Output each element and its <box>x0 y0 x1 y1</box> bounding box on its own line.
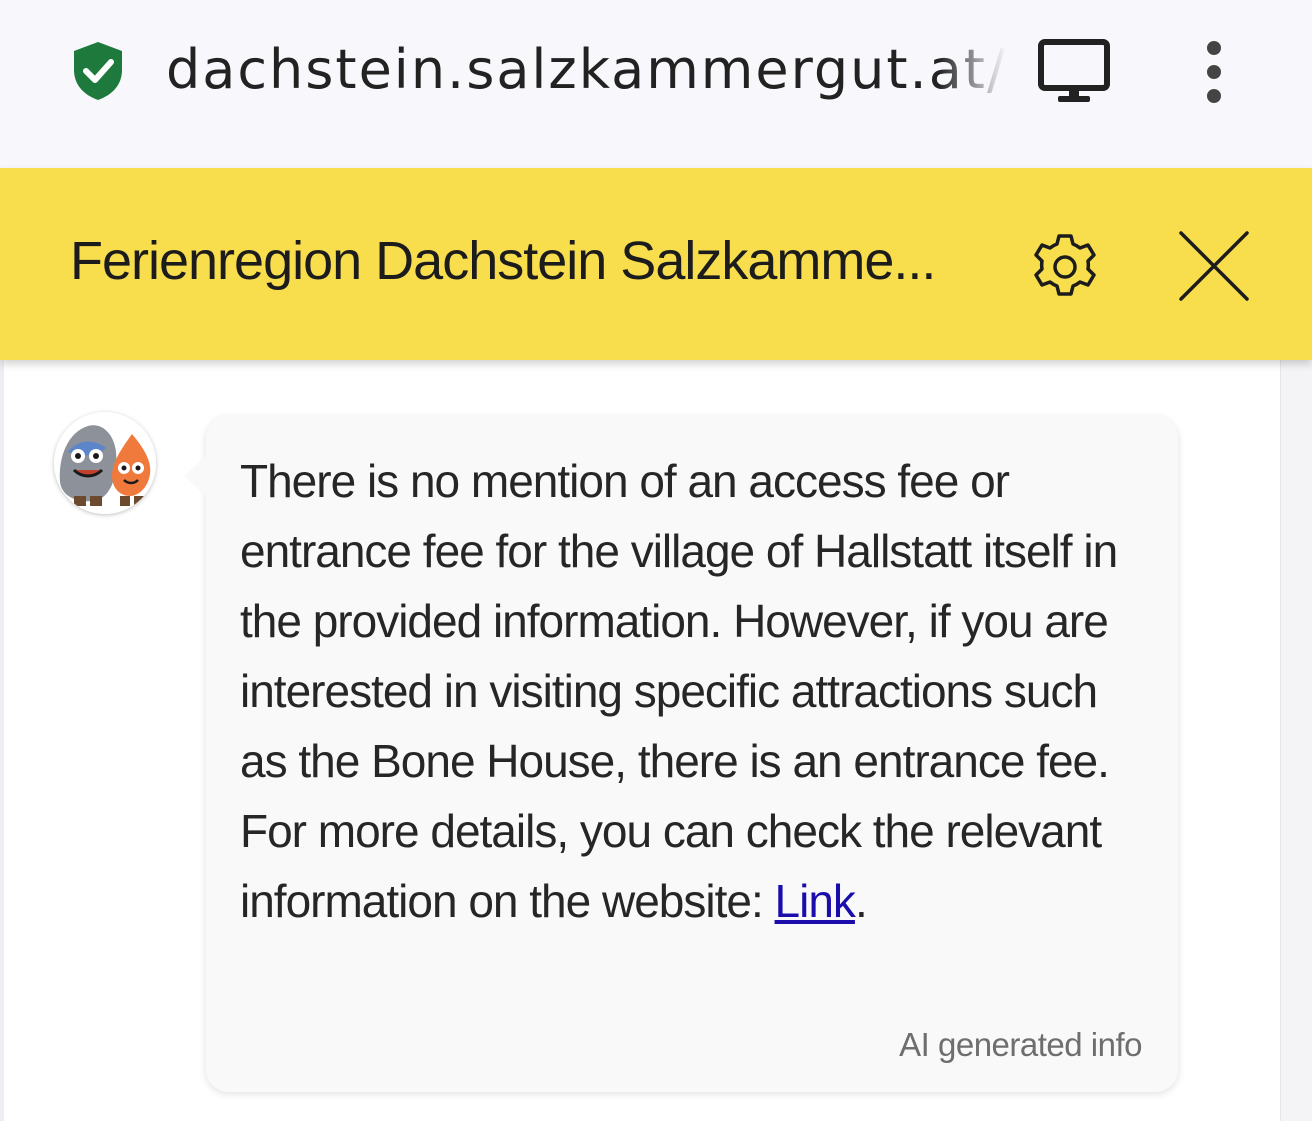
close-icon[interactable] <box>1176 228 1252 304</box>
message-body: There is no mention of an access fee or … <box>240 455 1118 927</box>
chat-message-text: There is no mention of an access fee or … <box>240 446 1140 936</box>
scrollbar-track[interactable] <box>1280 360 1312 1121</box>
chat-content[interactable]: There is no mention of an access fee or … <box>0 360 1312 1121</box>
ai-generated-note: AI generated info <box>899 1026 1142 1063</box>
chat-message-bubble: There is no mention of an access fee or … <box>184 416 1178 1092</box>
vertical-dots-menu-icon[interactable] <box>1192 40 1236 104</box>
mascot-avatar-icon <box>54 412 156 514</box>
url-field[interactable]: dachstein.salzkammergut.at/e <box>166 38 1006 108</box>
panel-edge <box>0 360 4 1121</box>
shield-check-icon[interactable] <box>70 40 126 102</box>
gear-icon[interactable] <box>1028 230 1102 304</box>
desktop-site-icon[interactable] <box>1036 38 1112 108</box>
chat-title: Ferienregion Dachstein Salzkamme... <box>70 231 936 291</box>
website-link[interactable]: Link <box>775 875 856 927</box>
chat-header: Ferienregion Dachstein Salzkamme... <box>0 168 1312 360</box>
browser-toolbar: dachstein.salzkammergut.at/e <box>0 0 1312 168</box>
message-end: . <box>854 875 868 927</box>
